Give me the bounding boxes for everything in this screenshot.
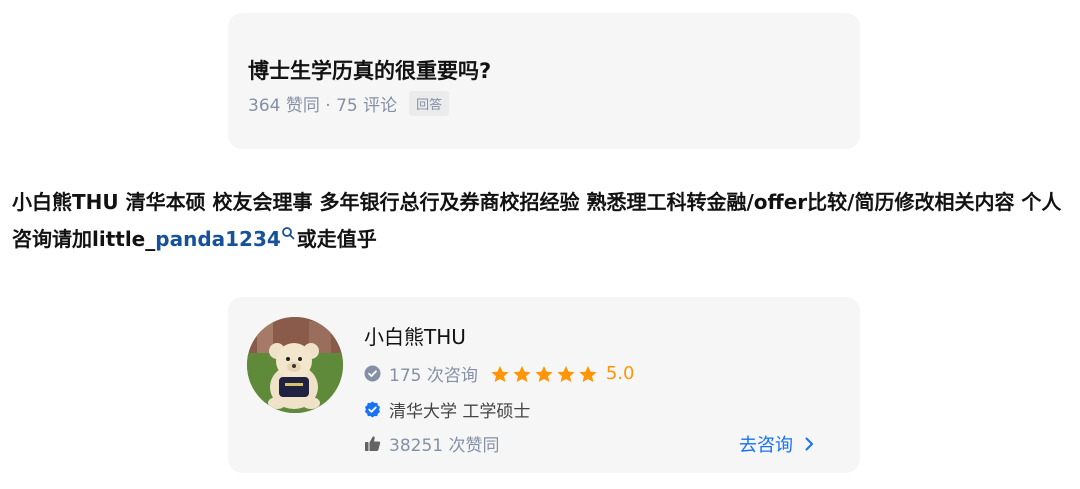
education-row: 清华大学 工学硕士 <box>364 397 530 422</box>
star-icon <box>491 365 509 382</box>
question-meta: 364 赞同 · 75 评论 回答 <box>248 91 450 116</box>
star-icon <box>513 365 531 382</box>
consult-stats-row: 175 次咨询 5.0 <box>364 361 635 386</box>
verified-badge-icon <box>365 401 380 418</box>
check-circle-icon <box>364 365 381 382</box>
star-icon <box>579 365 597 382</box>
rating-stars <box>490 365 600 383</box>
consult-button-label[interactable]: 去咨询 <box>739 431 793 457</box>
bio-search-link[interactable]: panda1234 <box>155 227 297 251</box>
thumbs-up-icon <box>365 436 381 451</box>
consult-count: 175 次咨询 <box>389 366 478 386</box>
bio-text-end: 或走值乎 <box>296 227 377 251</box>
likes-row: 38251 次赞同 <box>364 431 499 456</box>
star-icon <box>535 365 553 382</box>
consult-profile-card[interactable]: 小白熊THU 175 次咨询 5.0 清华大学 工学硕士 38251 次赞同 去… <box>228 297 860 473</box>
bear-avatar-image <box>247 317 343 413</box>
question-title[interactable]: 博士生学历真的很重要吗? <box>248 55 491 85</box>
rating-value: 5.0 <box>605 363 635 384</box>
author-bio: 小白熊THU 清华本硕 校友会理事 多年银行总行及券商校招经验 熟悉理工科转金融… <box>12 184 1072 258</box>
avatar[interactable] <box>247 317 343 413</box>
star-icon <box>557 365 575 382</box>
chevron-right-icon <box>805 437 813 451</box>
answer-tag: 回答 <box>409 91 450 116</box>
question-card[interactable]: 博士生学历真的很重要吗? 364 赞同 · 75 评论 回答 <box>228 13 860 149</box>
bio-link-text[interactable]: panda1234 <box>155 227 281 251</box>
school-degree: 清华大学 工学硕士 <box>389 402 531 422</box>
search-icon <box>281 227 295 240</box>
question-stats: 364 赞同 · 75 评论 <box>248 96 398 116</box>
profile-name[interactable]: 小白熊THU <box>364 321 466 350</box>
consult-button[interactable]: 去咨询 <box>739 431 814 457</box>
likes-count: 38251 次赞同 <box>389 436 500 456</box>
